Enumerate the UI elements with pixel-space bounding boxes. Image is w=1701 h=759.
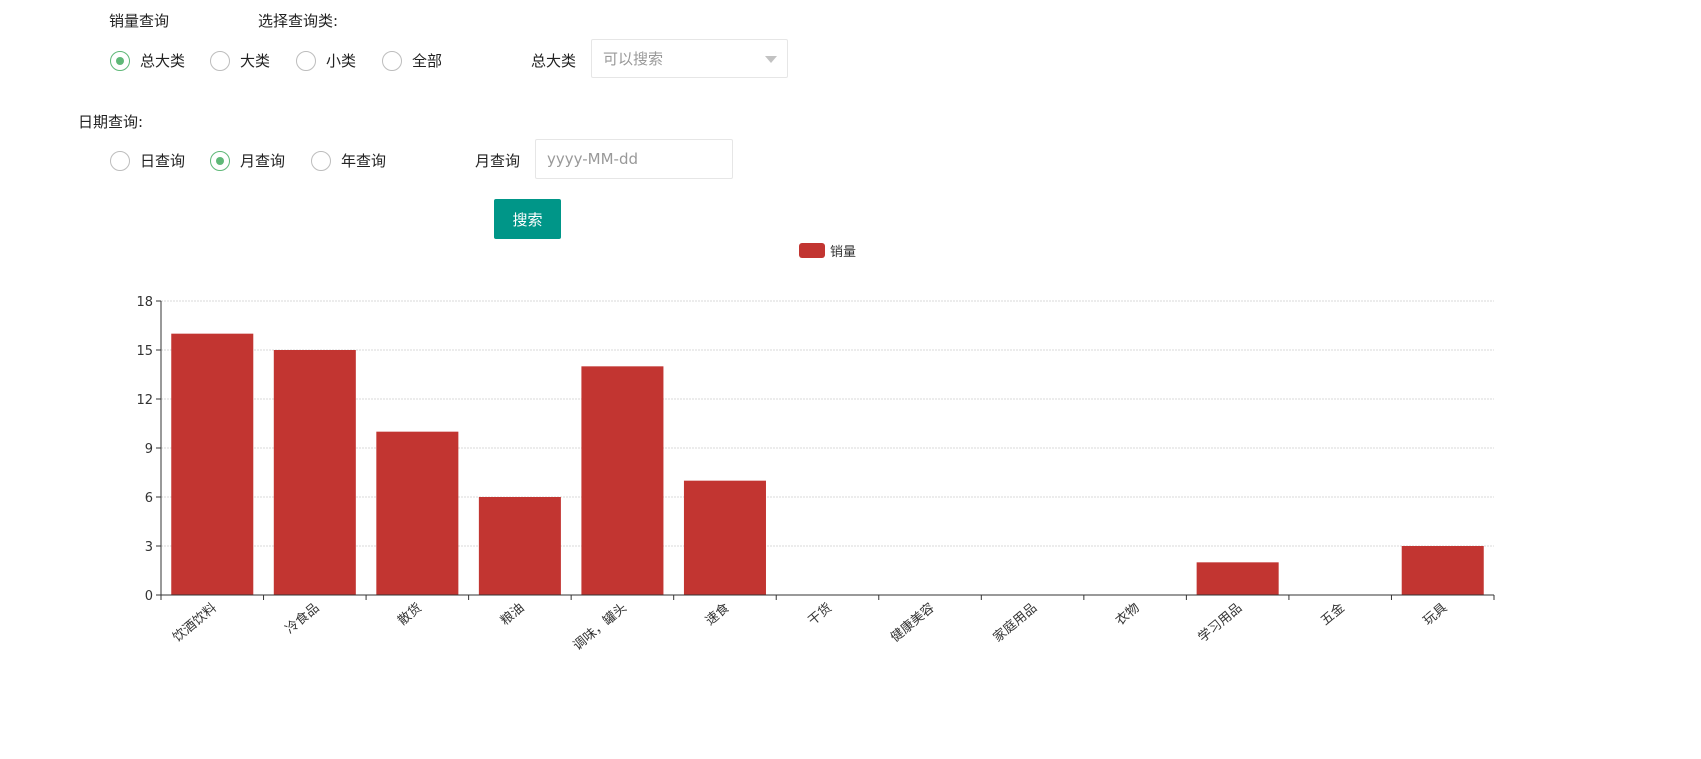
y-tick-label: 9 — [145, 442, 153, 457]
bar[interactable] — [683, 480, 766, 595]
bar[interactable] — [273, 350, 356, 595]
x-tick-label: 调味，罐头 — [571, 601, 630, 654]
x-tick-label: 粮油 — [498, 601, 528, 629]
x-tick-label: 五金 — [1318, 600, 1348, 629]
x-tick-label: 学习用品 — [1195, 600, 1245, 646]
chart-axes — [160, 301, 1495, 600]
y-tick-label: 15 — [136, 344, 153, 359]
chart-legend[interactable]: 销量 — [799, 243, 856, 260]
x-tick-label: 衣物 — [1112, 600, 1142, 629]
x-tick-label: 饮酒饮料 — [170, 601, 219, 646]
bar[interactable] — [171, 333, 254, 595]
x-tick-label: 速食 — [702, 600, 732, 629]
legend-label: 销量 — [830, 245, 856, 260]
x-tick-label: 家庭用品 — [990, 600, 1040, 646]
x-tick-label: 干货 — [805, 600, 835, 629]
chart-bars — [171, 333, 1484, 595]
y-tick-label: 0 — [145, 589, 153, 604]
x-tick-label: 健康美容 — [887, 600, 937, 646]
bar[interactable] — [478, 497, 561, 595]
chart-grid — [161, 300, 1494, 547]
bar[interactable] — [376, 431, 459, 595]
bar[interactable] — [1401, 546, 1484, 595]
y-tick-label: 6 — [145, 491, 153, 506]
x-tick-label: 冷食品 — [282, 600, 322, 637]
x-tick-label: 散货 — [395, 600, 425, 629]
y-tick-label: 18 — [136, 295, 153, 310]
x-axis-labels: 饮酒饮料 冷食品 散货 粮油 调味，罐头 速食 干货 健康美容 家庭用品 衣物 学习用品 五金 玩具 — [170, 600, 1450, 654]
sales-bar-chart: 销量 0 3 6 9 12 15 18 饮酒饮料 冷食品 散货 粮油 调味，罐头 速食 干货 健康美容 家庭… — [136, 243, 1495, 654]
bar[interactable] — [1196, 562, 1279, 595]
x-tick-label: 玩具 — [1421, 601, 1451, 629]
bar[interactable] — [581, 366, 664, 595]
y-axis-ticks: 0 3 6 9 12 15 18 — [136, 295, 161, 604]
y-tick-label: 3 — [145, 540, 153, 555]
y-tick-label: 12 — [136, 393, 153, 408]
legend-swatch — [799, 243, 825, 258]
